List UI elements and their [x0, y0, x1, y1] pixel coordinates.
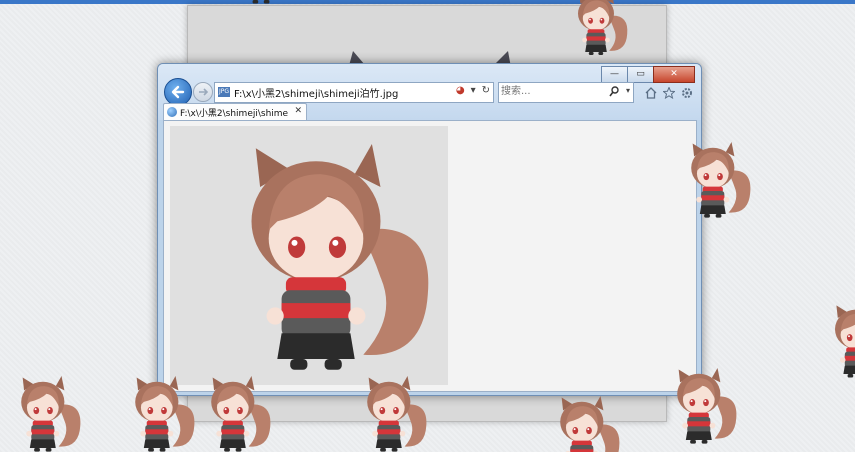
refresh-icon[interactable]: ↻	[482, 85, 490, 96]
page-content	[163, 120, 697, 392]
search-icon[interactable]	[609, 86, 619, 97]
shimeji-sprite-top[interactable]	[228, 0, 308, 30]
maximize-button[interactable]: ▭	[627, 66, 654, 83]
jpg-file-icon: JPG	[218, 87, 230, 97]
back-button[interactable]	[164, 78, 192, 106]
shimeji-sprite-bottom-4[interactable]	[350, 374, 440, 452]
shimeji-sprite-edge[interactable]	[826, 298, 855, 388]
home-icon[interactable]	[645, 84, 657, 99]
minimize-button[interactable]: —	[601, 66, 628, 83]
settings-gear-icon[interactable]	[681, 84, 693, 98]
shimeji-sprite-bottom-3[interactable]	[196, 374, 276, 452]
tab-close-icon[interactable]: ✕	[294, 106, 302, 116]
ie-tab-icon	[167, 107, 177, 117]
shimeji-sprite-bottom-1[interactable]	[8, 374, 108, 452]
arrow-left-icon	[171, 85, 185, 99]
shimeji-sprite-bottom-6[interactable]	[664, 366, 744, 452]
address-tools: ◕ ▾ ↻	[456, 85, 490, 96]
window-caption-buttons: — ▭ ✕	[601, 66, 695, 83]
compatibility-icon[interactable]: ◕	[456, 85, 465, 96]
shimeji-sprite-bottom-5[interactable]	[545, 394, 635, 452]
browser-tab[interactable]: F:\x\小黑2\shimeji\shimeji... ✕	[163, 103, 307, 121]
forward-button[interactable]	[193, 82, 213, 102]
search-dropdown-icon[interactable]: ▾	[626, 86, 630, 95]
address-bar[interactable]: JPG F:\x\小黑2\shimeji\shimeji泊竹.jpg ◕ ▾ ↻	[214, 82, 494, 103]
displayed-image	[170, 126, 448, 385]
favorites-star-icon[interactable]	[662, 84, 676, 100]
chibi-character-image	[251, 144, 429, 370]
close-button[interactable]: ✕	[653, 66, 695, 83]
toolbar-icons	[645, 84, 693, 100]
browser-window[interactable]: — ▭ ✕ JPG F:\x\小黑2\shimeji\shimeji泊竹.jpg…	[157, 63, 702, 396]
address-text[interactable]: F:\x\小黑2\shimeji\shimeji泊竹.jpg	[234, 85, 398, 100]
search-input[interactable]	[501, 84, 606, 99]
dropdown-arrow-icon[interactable]: ▾	[471, 85, 476, 96]
arrow-right-icon	[199, 88, 209, 96]
shimeji-sprite-right[interactable]	[680, 140, 760, 232]
search-box[interactable]: ▾	[498, 82, 634, 103]
shimeji-sprite-top-right[interactable]	[566, 0, 646, 62]
tab-label: F:\x\小黑2\shimeji\shimeji...	[180, 109, 288, 119]
